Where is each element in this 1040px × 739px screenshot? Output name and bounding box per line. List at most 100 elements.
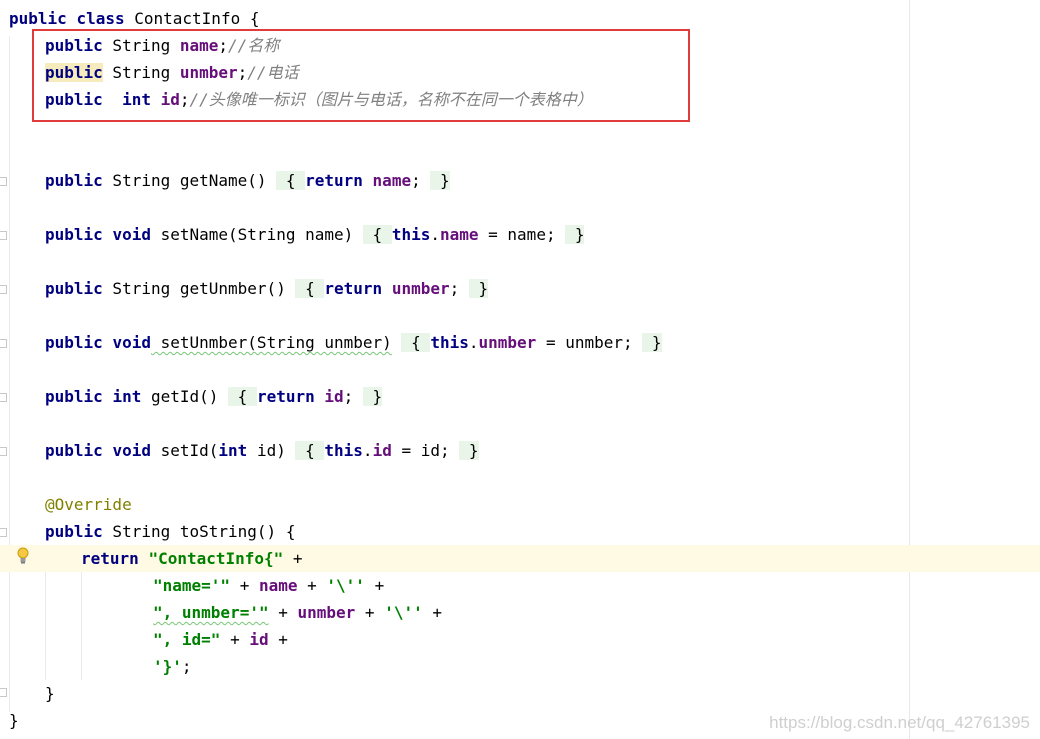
method-signature: setName(String name): [150, 225, 354, 244]
watermark: https://blog.csdn.net/qq_42761395: [769, 713, 1030, 732]
code-line-return: return "ContactInfo{" +: [0, 545, 1040, 572]
keyword: public: [45, 225, 103, 244]
char-literal: '\'': [384, 603, 423, 622]
keyword: return: [324, 279, 383, 298]
brace: }: [459, 441, 479, 460]
keyword: public: [45, 522, 103, 541]
fold-marker-icon[interactable]: [0, 231, 7, 240]
fold-marker-icon[interactable]: [0, 528, 7, 537]
fold-marker-icon[interactable]: [0, 285, 7, 294]
string-literal: "ContactInfo{": [148, 549, 284, 568]
string-literal: "name='": [153, 576, 231, 595]
field-name: name: [372, 171, 412, 190]
keyword: void: [112, 441, 151, 460]
field-name: id: [372, 441, 392, 460]
fold-marker-icon[interactable]: [0, 688, 7, 697]
operator: +: [422, 603, 442, 622]
code-line-tostring: public String toString() {: [45, 518, 1040, 545]
brace: }: [45, 684, 55, 703]
fold-marker-icon[interactable]: [0, 177, 7, 186]
indent-guide: [45, 570, 46, 680]
char-literal: '\'': [326, 576, 365, 595]
highlight-box: [32, 29, 690, 122]
field-name: unmber: [297, 603, 356, 622]
brace: }: [9, 711, 19, 730]
code-line-id-concat: ", id=" + id +: [153, 626, 1040, 653]
brace: {: [362, 225, 392, 244]
class-name: ContactInfo {: [124, 9, 260, 28]
keyword: public: [45, 441, 103, 460]
keyword: void: [112, 225, 151, 244]
brace: }: [430, 171, 450, 190]
code-line-setname: public void setName(String name) { this.…: [45, 225, 585, 244]
field-name: unmber: [391, 279, 450, 298]
fold-marker-icon[interactable]: [0, 447, 7, 456]
keyword: public: [45, 333, 103, 352]
code-line-override: @Override: [45, 491, 1040, 518]
indent-guide: [81, 570, 82, 680]
code-line-close-string: '}';: [153, 653, 1040, 680]
code-line-getunmber: public String getUnmber() { return unmbe…: [45, 275, 1040, 302]
field-name: id: [324, 387, 344, 406]
statement-end: ;: [343, 387, 363, 406]
brace: {: [401, 333, 431, 352]
keyword: public: [45, 279, 103, 298]
brace: }: [468, 279, 489, 298]
indent-guide: [9, 36, 10, 712]
operator: +: [268, 630, 288, 649]
statement-end: = unmber;: [536, 333, 643, 352]
brace: }: [642, 333, 662, 352]
fold-marker-icon[interactable]: [0, 339, 7, 348]
annotation: @Override: [45, 495, 132, 514]
operator: +: [268, 603, 298, 622]
operator: +: [355, 603, 385, 622]
method-signature: String toString() {: [102, 522, 296, 541]
code-editor[interactable]: public class ContactInfo { public String…: [0, 0, 1040, 739]
keyword: return: [256, 387, 315, 406]
semicolon: ;: [181, 657, 192, 676]
code-line-unmber-concat: ", unmber='" + unmber + '\'' +: [153, 599, 1040, 626]
lightbulb-icon[interactable]: [16, 547, 30, 565]
code-line-setid: public void setId(int id) { this.id = id…: [45, 441, 479, 460]
field-name: name: [258, 576, 298, 595]
keyword: class: [76, 9, 125, 28]
method-signature: setUnmber(String unmber): [150, 333, 392, 352]
brace: }: [362, 387, 383, 406]
char-literal: '}': [153, 657, 182, 676]
keyword: public: [45, 171, 103, 190]
field-name: id: [249, 630, 269, 649]
field-name: name: [439, 225, 479, 244]
keyword: public: [9, 9, 67, 28]
brace: {: [295, 279, 325, 298]
brace: }: [565, 225, 585, 244]
code-line-getid: public int getId() { return id; }: [45, 383, 1040, 410]
string-literal: ", id=": [153, 630, 221, 649]
code-line-method-close: }: [45, 680, 1040, 707]
keyword: int: [218, 441, 248, 460]
statement-end: ;: [449, 279, 469, 298]
operator: +: [230, 576, 259, 595]
method-signature: String getName(): [102, 171, 267, 190]
keyword: void: [112, 333, 151, 352]
method-signature: id): [247, 441, 286, 460]
method-signature: getId(): [141, 387, 219, 406]
brace: {: [228, 387, 257, 406]
code-line-setunmber: public void setUnmber(String unmber) { t…: [45, 333, 662, 352]
brace: {: [295, 441, 325, 460]
string-literal: ", unmber='": [153, 603, 269, 622]
code-line-getname: public String getName() { return name; }: [45, 167, 1040, 194]
keyword: this: [391, 225, 431, 244]
keyword: return: [305, 171, 363, 190]
statement-end: ;: [411, 171, 431, 190]
keyword: this: [430, 333, 469, 352]
brace: {: [276, 171, 306, 190]
field-name: unmber: [478, 333, 537, 352]
operator: +: [220, 630, 250, 649]
statement-end: = name;: [478, 225, 566, 244]
keyword: int: [112, 387, 142, 406]
fold-marker-icon[interactable]: [0, 393, 7, 402]
operator: +: [283, 549, 303, 568]
operator: +: [364, 576, 385, 595]
statement-end: = id;: [391, 441, 460, 460]
keyword: this: [324, 441, 363, 460]
